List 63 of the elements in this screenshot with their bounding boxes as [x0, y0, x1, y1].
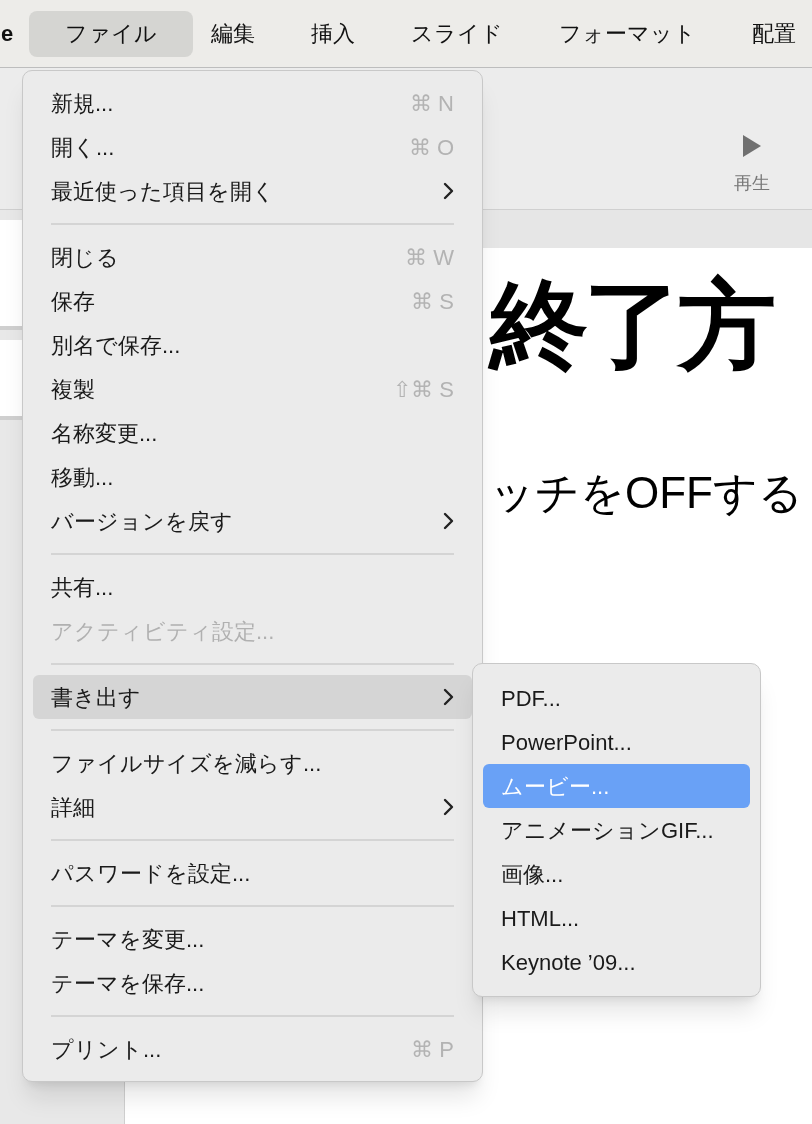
menu-bar-item[interactable]: 配置 [734, 10, 812, 57]
menu-item-label: 書き出す [51, 683, 141, 712]
menu-item[interactable]: テーマを変更... [33, 917, 472, 961]
menu-item[interactable]: 共有... [33, 565, 472, 609]
menu-bar-item[interactable]: ファイル [29, 10, 194, 57]
menu-item-label: 閉じる [51, 243, 119, 272]
shortcut-label: ⌘ O [408, 133, 454, 162]
menu-bar-item[interactable]: 挿入 [293, 10, 374, 57]
chevron-right-icon [442, 512, 454, 530]
menu-item-label: テーマを保存... [51, 969, 205, 998]
menu-item[interactable]: 保存 ⌘ S [33, 279, 472, 323]
menu-item-label: テーマを変更... [51, 925, 205, 954]
menu-item-label: 詳細 [51, 793, 95, 822]
menu-item-label: 別名で保存... [51, 331, 181, 360]
chevron-right-icon [442, 182, 454, 200]
menu-item-label: アクティビティ設定... [51, 617, 275, 646]
menu-item[interactable]: 移動... [33, 455, 472, 499]
menu-item[interactable]: パスワードを設定... [33, 851, 472, 895]
menu-bar-item[interactable]: フォーマット [541, 10, 715, 57]
menu-item[interactable]: 最近使った項目を開く [33, 169, 472, 213]
menu-bar-item[interactable]: 編集 [193, 10, 274, 57]
menu-item-label: プリント... [51, 1035, 162, 1064]
chevron-right-icon [442, 688, 454, 706]
menu-item[interactable]: 書き出す [33, 675, 472, 719]
menu-item-label: パスワードを設定... [51, 859, 251, 888]
submenu-item[interactable]: アニメーションGIF... [483, 808, 750, 852]
menu-item-label: バージョンを戻す [51, 507, 233, 536]
submenu-item[interactable]: PowerPoint... [483, 720, 750, 764]
menu-item[interactable]: バージョンを戻す [33, 499, 472, 543]
submenu-item[interactable]: Keynote ’09... [483, 940, 750, 984]
menu-item[interactable]: 開く... ⌘ O [33, 125, 472, 169]
play-icon [742, 134, 762, 158]
menu-item-label: 名称変更... [51, 419, 158, 448]
menu-item-label: 開く... [51, 133, 115, 162]
menu-item[interactable]: 詳細 [33, 785, 472, 829]
menu-item-label: 移動... [51, 463, 114, 492]
shortcut-label: ⇧⌘ S [393, 375, 454, 404]
menu-item-label: 複製 [51, 375, 95, 404]
menu-item-label: 保存 [51, 287, 95, 316]
menu-item[interactable]: ファイルサイズを減らす... [33, 741, 472, 785]
submenu-item[interactable]: HTML... [483, 896, 750, 940]
menu-item[interactable]: 複製 ⇧⌘ S [33, 367, 472, 411]
chevron-right-icon [442, 798, 454, 816]
slide-body-text: ッチをOFFする [490, 467, 804, 519]
menu-item-label: 共有... [51, 573, 114, 602]
menu-item-label: ファイルサイズを減らす... [51, 749, 322, 778]
play-button[interactable]: 再生 [734, 134, 770, 209]
menu-item[interactable]: 新規... ⌘ N [33, 81, 472, 125]
submenu-item[interactable]: 画像... [483, 852, 750, 896]
menu-item[interactable]: 名称変更... [33, 411, 472, 455]
shortcut-label: ⌘ N [410, 89, 454, 118]
menu-item[interactable]: 閉じる ⌘ W [33, 235, 472, 279]
menu-item[interactable]: テーマを保存... [33, 961, 472, 1005]
app-name[interactable]: e [1, 17, 14, 50]
menu-item[interactable]: 別名で保存... [33, 323, 472, 367]
menu-item[interactable]: プリント... ⌘ P [33, 1027, 472, 1071]
shortcut-label: ⌘ P [411, 1035, 454, 1064]
menu-item-label: 最近使った項目を開く [51, 177, 275, 206]
shortcut-label: ⌘ S [411, 287, 454, 316]
menu-bar-item[interactable]: スライド [393, 10, 522, 57]
menu-item-label: 新規... [51, 89, 114, 118]
submenu-item[interactable]: PDF... [483, 676, 750, 720]
shortcut-label: ⌘ W [405, 243, 454, 272]
